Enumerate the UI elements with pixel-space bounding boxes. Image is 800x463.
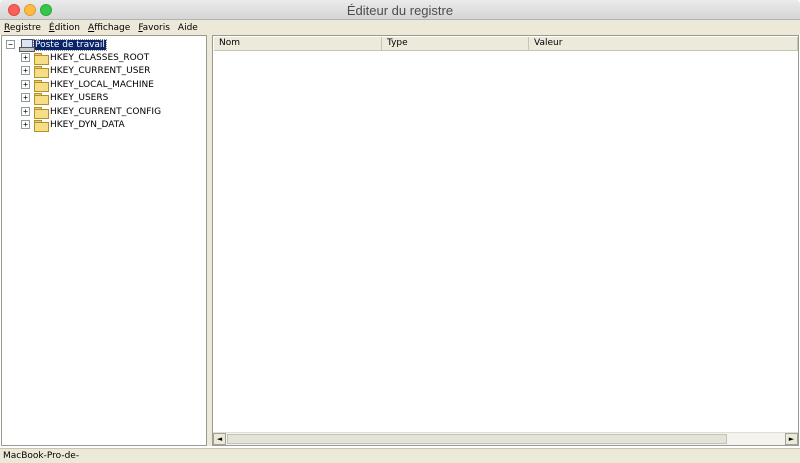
- tree-node-label[interactable]: HKEY_CURRENT_USER: [49, 66, 151, 76]
- tree-node-label[interactable]: HKEY_CURRENT_CONFIG: [49, 107, 162, 117]
- menu-affichage-label: ffichage: [94, 22, 131, 33]
- title-bar: Éditeur du registre: [0, 0, 800, 20]
- tree-node-label[interactable]: HKEY_CLASSES_ROOT: [49, 53, 150, 63]
- expand-icon[interactable]: +: [21, 66, 30, 75]
- status-bar: MacBook-Pro-de-: [0, 448, 800, 463]
- tree-node-label[interactable]: HKEY_LOCAL_MACHINE: [49, 80, 155, 90]
- folder-icon: [34, 119, 49, 132]
- expand-icon[interactable]: +: [21, 53, 30, 62]
- tree-node-hkey-local-machine[interactable]: + HKEY_LOCAL_MACHINE: [21, 78, 155, 92]
- folder-icon: [34, 79, 49, 92]
- tree-node-poste-de-travail[interactable]: − Poste de travail: [6, 38, 107, 52]
- collapse-icon[interactable]: −: [6, 40, 15, 49]
- menu-aide-label: Aide: [177, 22, 198, 33]
- expand-icon[interactable]: +: [21, 80, 30, 89]
- menu-aide[interactable]: Aide: [178, 23, 198, 33]
- folder-icon: [34, 106, 49, 119]
- computer-icon: [19, 39, 35, 52]
- tree-node-hkey-classes-root[interactable]: + HKEY_CLASSES_ROOT: [21, 51, 150, 65]
- scrollbar-thumb[interactable]: [227, 434, 727, 444]
- expand-icon[interactable]: +: [21, 107, 30, 116]
- window-title: Éditeur du registre: [346, 3, 454, 18]
- tree-node-label[interactable]: HKEY_DYN_DATA: [49, 120, 126, 130]
- menu-bar: Registre Édition Affichage Favoris Aide: [0, 20, 800, 35]
- tree-node-hkey-current-config[interactable]: + HKEY_CURRENT_CONFIG: [21, 105, 162, 119]
- menu-edition[interactable]: Édition: [49, 23, 80, 33]
- values-list[interactable]: Nom Type Valeur ◄ ►: [212, 35, 799, 446]
- tree-node-hkey-dyn-data[interactable]: + HKEY_DYN_DATA: [21, 118, 126, 132]
- scroll-right-icon[interactable]: ►: [785, 433, 798, 445]
- tree-node-label[interactable]: HKEY_USERS: [49, 93, 109, 103]
- expand-icon[interactable]: +: [21, 93, 30, 102]
- tree-node-label[interactable]: Poste de travail: [33, 38, 107, 51]
- tree-node-hkey-current-user[interactable]: + HKEY_CURRENT_USER: [21, 64, 151, 78]
- menu-favoris-label: avoris: [142, 22, 170, 33]
- tree-node-hkey-users[interactable]: + HKEY_USERS: [21, 91, 109, 105]
- registry-tree[interactable]: − Poste de travail + HKEY_CLASSES_ROOT +…: [1, 35, 207, 446]
- menu-edition-label: dition: [54, 22, 81, 33]
- menu-registre-label: egistre: [9, 22, 41, 33]
- column-header-valeur[interactable]: Valeur: [529, 37, 798, 51]
- column-header-nom[interactable]: Nom: [214, 37, 382, 51]
- menu-affichage[interactable]: Affichage: [88, 23, 130, 33]
- scroll-left-icon[interactable]: ◄: [213, 433, 226, 445]
- folder-icon: [34, 65, 49, 78]
- expand-icon[interactable]: +: [21, 120, 30, 129]
- menu-registre[interactable]: Registre: [4, 23, 41, 33]
- horizontal-scrollbar[interactable]: ◄ ►: [213, 432, 798, 445]
- folder-icon: [34, 52, 49, 65]
- menu-favoris[interactable]: Favoris: [138, 23, 170, 33]
- folder-icon: [34, 92, 49, 105]
- column-header-type[interactable]: Type: [382, 37, 529, 51]
